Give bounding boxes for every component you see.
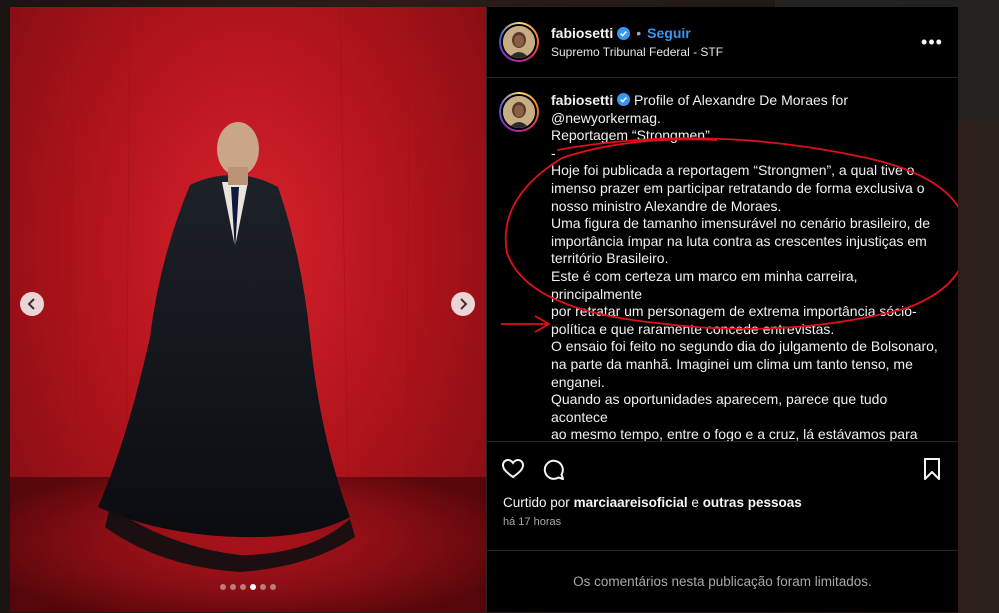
caption-line: imenso prazer em participar retratando d… bbox=[551, 179, 925, 196]
caption-line: Hoje foi publicada a reportagem “Strongm… bbox=[551, 162, 915, 179]
likes-user-link[interactable]: marciaareisoficial bbox=[574, 495, 688, 510]
likes-and: e bbox=[691, 495, 699, 510]
post-header-row: fabiosetti • Seguir bbox=[551, 25, 920, 41]
carousel-dot[interactable] bbox=[270, 584, 276, 590]
post-caption: fabiosetti Profile of Alexandre De Morae… bbox=[487, 78, 958, 441]
likes-prefix: Curtido por bbox=[503, 495, 570, 510]
post-location[interactable]: Supremo Tribunal Federal - STF bbox=[551, 45, 920, 59]
comment-icon[interactable] bbox=[541, 457, 565, 481]
author-username[interactable]: fabiosetti bbox=[551, 25, 613, 41]
post-sidebar: fabiosetti • Seguir Supremo Tribunal Fed… bbox=[486, 7, 958, 612]
backdrop-tile bbox=[958, 120, 999, 613]
more-options-button[interactable]: ••• bbox=[920, 32, 944, 53]
post-header-text: fabiosetti • Seguir Supremo Tribunal Fed… bbox=[551, 25, 920, 59]
caption-username[interactable]: fabiosetti bbox=[551, 92, 613, 108]
caption-first-line: fabiosetti Profile of Alexandre De Morae… bbox=[551, 92, 942, 110]
caption-line: Uma figura de tamanho imensurável no cen… bbox=[551, 215, 930, 232]
follow-button[interactable]: Seguir bbox=[647, 25, 691, 41]
post-photo bbox=[10, 7, 486, 612]
avatar-image bbox=[501, 94, 537, 130]
verified-badge-icon bbox=[617, 93, 631, 106]
chevron-left-icon bbox=[27, 298, 35, 310]
caption-line: Quando as oportunidades aparecem, parece… bbox=[551, 391, 892, 425]
caption-text: fabiosetti Profile of Alexandre De Morae… bbox=[551, 92, 942, 441]
caption-line: - bbox=[551, 144, 556, 161]
caption-line: Este é com certeza um marco em minha car… bbox=[551, 267, 862, 302]
caption-line: @newyorkermag. bbox=[551, 109, 661, 126]
caption-line: na parte da manhã. Imaginei um clima um … bbox=[551, 355, 913, 372]
separator-dot: • bbox=[636, 25, 642, 41]
caption-line: ao mesmo tempo, entre o fogo e a cruz, l… bbox=[551, 426, 918, 441]
caption-line: Reportagem “Strongmen”. bbox=[551, 127, 714, 144]
caption-line: política e que raramente concede entrevi… bbox=[551, 320, 835, 337]
caption-line: território Brasileiro. bbox=[551, 250, 669, 267]
caption-line: por retratar um personagem de extrema im… bbox=[551, 303, 917, 320]
caption-line: importância ímpar na luta contra as cres… bbox=[551, 232, 927, 249]
carousel-prev-button[interactable] bbox=[20, 292, 44, 316]
carousel-indicator bbox=[10, 584, 486, 590]
comments-limited-notice: Os comentários nesta publicação foram li… bbox=[487, 550, 958, 612]
carousel-dot[interactable] bbox=[220, 584, 226, 590]
chevron-right-icon bbox=[460, 298, 468, 310]
caption-line: Profile of Alexandre De Moraes for bbox=[634, 92, 849, 108]
author-avatar[interactable] bbox=[499, 22, 539, 62]
avatar-image bbox=[501, 24, 537, 60]
caption-author-avatar[interactable] bbox=[499, 92, 539, 132]
carousel-dot[interactable] bbox=[240, 584, 246, 590]
post-media bbox=[10, 7, 486, 612]
post-header: fabiosetti • Seguir Supremo Tribunal Fed… bbox=[487, 7, 958, 78]
post-timestamp[interactable]: há 17 horas bbox=[487, 510, 958, 528]
carousel-dot[interactable] bbox=[260, 584, 266, 590]
verified-badge-icon bbox=[617, 26, 631, 40]
post-modal: fabiosetti • Seguir Supremo Tribunal Fed… bbox=[10, 7, 958, 612]
caption-line: nosso ministro Alexandre de Moraes. bbox=[551, 197, 782, 214]
likes-summary: Curtido por marciaareisoficial e outras … bbox=[487, 495, 958, 510]
heart-icon[interactable] bbox=[501, 457, 525, 481]
carousel-dot[interactable] bbox=[250, 584, 256, 590]
likes-others-link[interactable]: outras pessoas bbox=[703, 495, 802, 510]
caption-line: O ensaio foi feito no segundo dia do jul… bbox=[551, 338, 938, 355]
post-actions bbox=[487, 441, 958, 495]
carousel-next-button[interactable] bbox=[451, 292, 475, 316]
carousel-dot[interactable] bbox=[230, 584, 236, 590]
caption-line: enganei. bbox=[551, 373, 605, 390]
bookmark-icon[interactable] bbox=[920, 457, 944, 481]
